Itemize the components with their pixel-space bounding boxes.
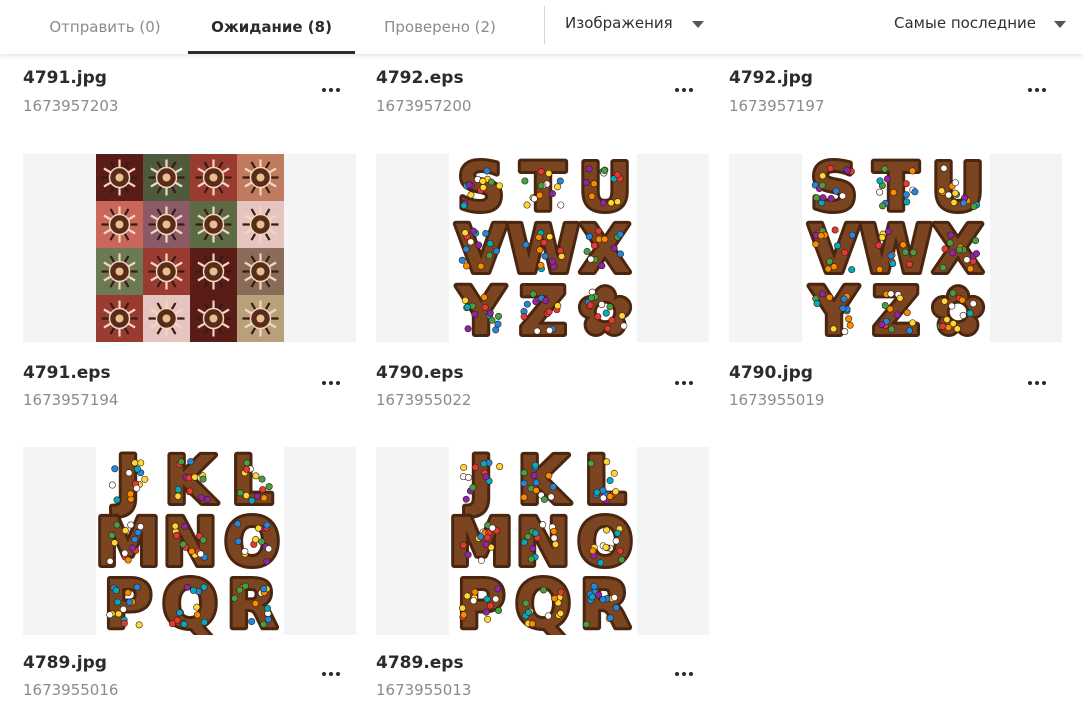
letters-thumbnail-image: SSTTUUVVWWXXYYZZ✿✿	[452, 154, 635, 342]
thumbnail[interactable]: SSTTUUVVWWXXYYZZ✿✿	[376, 154, 709, 342]
letters-thumbnail-image: JJKKLLMMNNOOPPQQRR	[449, 447, 636, 635]
letters-thumbnail-image: JJKKLLMMNNOOPPQQRR	[96, 447, 283, 635]
more-options-icon[interactable]	[1024, 81, 1050, 99]
more-options-icon[interactable]	[318, 374, 344, 392]
file-id: 1673955022	[376, 391, 472, 409]
file-name: 4790.eps	[376, 363, 464, 383]
more-options-icon[interactable]	[1024, 374, 1050, 392]
chevron-down-icon	[1054, 20, 1067, 28]
tab-pending[interactable]: Ожидание (8)	[188, 0, 355, 54]
file-id: 1673957194	[23, 391, 119, 409]
more-options-icon[interactable]	[318, 665, 344, 683]
file-id: 1673955016	[23, 681, 119, 699]
type-filter-dropdown[interactable]: Изображения	[565, 0, 704, 46]
file-name: 4791.eps	[23, 363, 111, 383]
more-options-icon[interactable]	[671, 665, 697, 683]
file-id: 1673955013	[376, 681, 472, 699]
tab-reviewed[interactable]: Проверено (2)	[355, 0, 525, 54]
thumbnail[interactable]	[23, 154, 356, 342]
tab-divider	[544, 6, 545, 44]
svg-text:✿: ✿	[577, 273, 632, 342]
top-tab-bar: Отправить (0) Ожидание (8) Проверено (2)…	[0, 0, 1083, 54]
more-options-icon[interactable]	[671, 374, 697, 392]
file-name: 4792.eps	[376, 68, 464, 88]
type-filter-label: Изображения	[565, 14, 673, 32]
more-options-icon[interactable]	[671, 81, 697, 99]
sort-label: Самые последние	[894, 14, 1037, 32]
file-name: 4790.jpg	[729, 363, 813, 383]
thumbnail[interactable]: JJKKLLMMNNOOPPQQRR	[23, 447, 356, 635]
thumbnail[interactable]: SSTTUUVVWWXXYYZZ✿✿	[729, 154, 1062, 342]
letters-thumbnail-image: SSTTUUVVWWXXYYZZ✿✿	[805, 154, 988, 342]
file-name: 4789.jpg	[23, 653, 107, 673]
file-name: 4789.eps	[376, 653, 464, 673]
file-id: 1673957200	[376, 97, 472, 115]
file-id: 1673955019	[729, 391, 825, 409]
more-options-icon[interactable]	[318, 81, 344, 99]
file-name: 4792.jpg	[729, 68, 813, 88]
thumbnail[interactable]: JJKKLLMMNNOOPPQQRR	[376, 447, 709, 635]
file-name: 4791.jpg	[23, 68, 107, 88]
sort-dropdown[interactable]: Самые последние	[894, 0, 1067, 46]
chevron-down-icon	[691, 20, 704, 28]
svg-text:Q: Q	[515, 566, 571, 635]
file-id: 1673957203	[23, 97, 119, 115]
pattern-thumbnail-image	[96, 154, 284, 342]
file-id: 1673957197	[729, 97, 825, 115]
tab-send[interactable]: Отправить (0)	[22, 0, 188, 54]
